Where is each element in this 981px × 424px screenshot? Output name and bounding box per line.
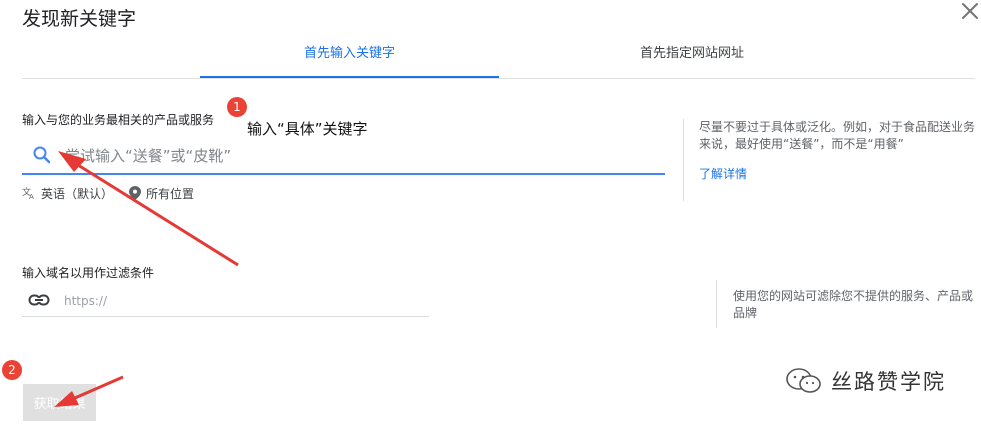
domain-tip: 使用您的网站可滤除您不提供的服务、产品或品牌 xyxy=(716,280,975,328)
domain-tip-text: 使用您的网站可滤除您不提供的服务、产品或品牌 xyxy=(733,289,974,320)
domain-input[interactable] xyxy=(62,289,426,313)
domain-field xyxy=(22,285,429,317)
keyword-tip-text: 尽量不要过于具体或泛化。例如，对于食品配送业务来说，最好使用“送餐”，而不是“用… xyxy=(699,120,976,151)
keyword-search-field xyxy=(22,138,665,175)
close-icon[interactable] xyxy=(959,0,981,22)
translate-icon: 文A xyxy=(22,186,34,200)
annotation-note-1: 输入“具体”关键字 xyxy=(247,120,368,138)
keyword-field-label: 输入与您的业务最相关的产品或服务 xyxy=(22,113,215,127)
link-icon xyxy=(28,292,50,308)
watermark: 丝路赞学院 xyxy=(785,366,946,396)
step-badge-2: 2 xyxy=(2,360,22,380)
dialog-title: 发现新关键字 xyxy=(22,8,137,30)
learn-more-link[interactable]: 了解详情 xyxy=(699,165,975,182)
language-label: 英语（默认） xyxy=(41,186,114,201)
location-selector[interactable]: 所有位置 xyxy=(129,185,194,202)
search-icon xyxy=(32,145,52,165)
tab-bar: 首先输入关键字 首先指定网站网址 xyxy=(22,40,975,79)
location-pin-icon xyxy=(129,186,142,200)
tab-start-with-website[interactable]: 首先指定网站网址 xyxy=(542,40,842,76)
keyword-input[interactable] xyxy=(63,142,657,170)
keyword-tip: 尽量不要过于具体或泛化。例如，对于食品配送业务来说，最好使用“送餐”，而不是“用… xyxy=(683,119,975,201)
svg-text:A: A xyxy=(29,193,34,200)
language-selector[interactable]: 文A 英语（默认） xyxy=(22,185,113,202)
tab-enter-keywords[interactable]: 首先输入关键字 xyxy=(200,40,499,78)
step-badge-1: 1 xyxy=(227,97,247,117)
domain-field-label: 输入域名以用作过滤条件 xyxy=(22,266,155,280)
wechat-icon xyxy=(786,368,821,393)
keyword-settings: 文A 英语（默认） 所有位置 xyxy=(22,183,210,203)
get-results-button[interactable]: 获取结果 xyxy=(23,384,96,421)
location-label: 所有位置 xyxy=(146,186,195,201)
watermark-text: 丝路赞学院 xyxy=(831,370,946,394)
